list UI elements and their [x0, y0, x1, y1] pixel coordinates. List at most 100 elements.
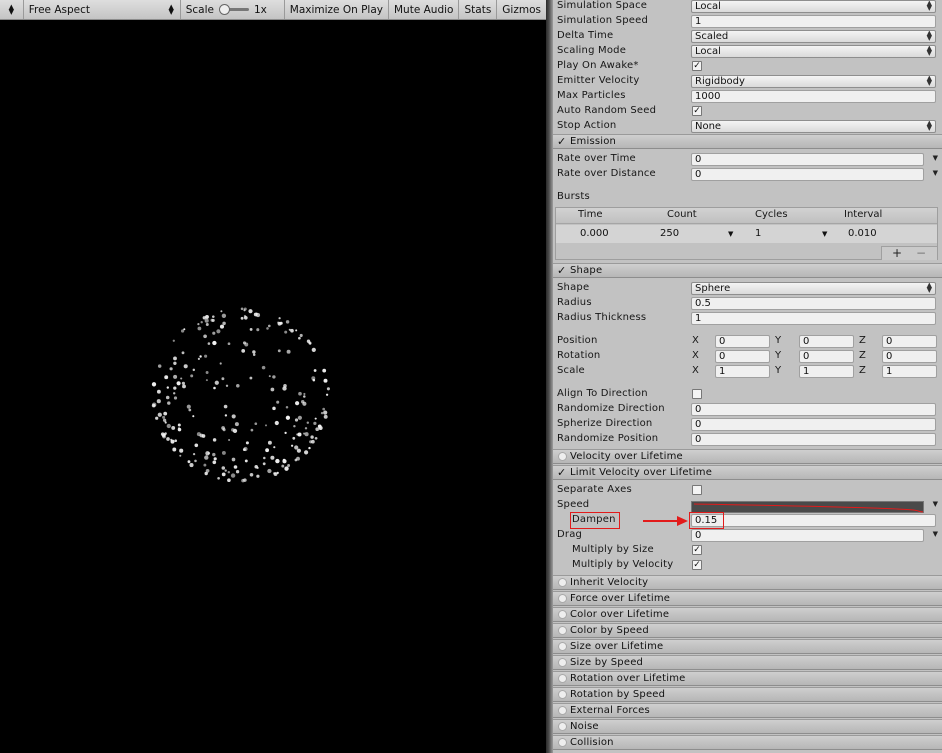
module-disabled-circle-icon[interactable] — [558, 642, 567, 651]
module-disabled-circle-icon[interactable] — [558, 610, 567, 619]
burst-time[interactable]: 0.000 — [580, 228, 609, 239]
remove-burst-button[interactable]: − — [916, 246, 926, 260]
speed-curve-field[interactable] — [691, 501, 924, 513]
scale-y-field[interactable]: 1 — [799, 365, 854, 378]
particle — [166, 437, 170, 441]
curve-mode-arrow-icon[interactable]: ▼ — [933, 169, 938, 177]
rate-over-distance-field[interactable]: 0 — [691, 168, 924, 181]
display-dropdown[interactable]: ▲ ▼ — [0, 0, 24, 19]
scale-slider-knob[interactable] — [218, 4, 230, 15]
burst-cycles-arrow-icon[interactable]: ▼ — [822, 230, 827, 238]
panel-divider[interactable] — [546, 0, 553, 753]
module-header[interactable]: Size over Lifetime — [553, 639, 942, 654]
gizmos-button[interactable]: Gizmos — [497, 0, 546, 19]
spherize-direction-field[interactable]: 0 — [691, 418, 936, 431]
module-disabled-circle-icon[interactable] — [558, 658, 567, 667]
dampen-field[interactable]: 0.15 — [691, 514, 936, 527]
burst-count-arrow-icon[interactable]: ▼ — [728, 230, 733, 238]
module-header[interactable]: Noise — [553, 719, 942, 734]
scale-slider[interactable] — [218, 4, 249, 15]
module-header[interactable]: Collision — [553, 735, 942, 750]
module-disabled-circle-icon[interactable] — [558, 674, 567, 683]
module-header-limit-velocity[interactable]: ✓ Limit Velocity over Lifetime — [553, 465, 942, 480]
module-disabled-circle-icon[interactable] — [558, 578, 567, 587]
module-header[interactable]: Color over Lifetime — [553, 607, 942, 622]
scale-x-field[interactable]: 1 — [715, 365, 770, 378]
spherize-direction-label: Spherize Direction — [557, 418, 653, 429]
position-z-field[interactable]: 0 — [882, 335, 937, 348]
randomize-position-field[interactable]: 0 — [691, 433, 936, 446]
module-disabled-circle-icon[interactable] — [558, 706, 567, 715]
curve-mode-arrow-icon[interactable]: ▼ — [933, 500, 938, 508]
module-header[interactable]: Rotation by Speed — [553, 687, 942, 702]
multiply-by-velocity-checkbox[interactable]: ✓ — [692, 560, 702, 570]
module-disabled-circle-icon[interactable] — [558, 722, 567, 731]
curve-mode-arrow-icon[interactable]: ▼ — [933, 530, 938, 538]
radius-thickness-field[interactable]: 1 — [691, 312, 936, 325]
mute-audio-button[interactable]: Mute Audio — [389, 0, 460, 19]
module-header[interactable]: Size by Speed — [553, 655, 942, 670]
module-disabled-circle-icon[interactable] — [558, 690, 567, 699]
particle — [272, 472, 276, 475]
axis-x-label: X — [692, 365, 699, 376]
burst-count[interactable]: 250 — [660, 228, 679, 239]
particle — [263, 456, 266, 460]
aspect-dropdown[interactable]: Free Aspect ▲ ▼ — [24, 0, 181, 19]
main-row-dropdown[interactable]: Rigidbody ▲ ▼ — [691, 75, 936, 88]
checkmark-icon[interactable]: ✓ — [557, 135, 566, 148]
position-y-field[interactable]: 0 — [799, 335, 854, 348]
rotation-z-field[interactable]: 0 — [882, 350, 937, 363]
main-row-field[interactable]: 1000 — [691, 90, 936, 103]
rotation-y-field[interactable]: 0 — [799, 350, 854, 363]
align-to-direction-checkbox[interactable] — [692, 389, 702, 399]
main-row-dropdown[interactable]: Scaled ▲ ▼ — [691, 30, 936, 43]
main-row-checkbox[interactable]: ✓ — [692, 61, 702, 71]
particle — [164, 375, 169, 380]
particle — [270, 455, 275, 460]
module-header[interactable]: External Forces — [553, 703, 942, 718]
randomize-direction-field[interactable]: 0 — [691, 403, 936, 416]
module-header[interactable]: Inherit Velocity — [553, 575, 942, 590]
scale-value: 1x — [253, 3, 267, 16]
stats-button[interactable]: Stats — [459, 0, 498, 19]
particle — [181, 381, 185, 385]
bursts-row[interactable]: 0.000 250 ▼ 1 ▼ 0.010 — [556, 225, 937, 243]
drag-field[interactable]: 0 — [691, 529, 924, 542]
rotation-x-field[interactable]: 0 — [715, 350, 770, 363]
checkmark-icon[interactable]: ✓ — [557, 264, 566, 277]
module-disabled-circle-icon[interactable] — [558, 594, 567, 603]
separate-axes-checkbox[interactable] — [692, 485, 702, 495]
main-row-dropdown[interactable]: Local ▲ ▼ — [691, 0, 936, 13]
burst-cycles[interactable]: 1 — [755, 228, 761, 239]
rate-over-time-field[interactable]: 0 — [691, 153, 924, 166]
scale-label: Scale — [557, 365, 585, 376]
module-header[interactable]: Color by Speed — [553, 623, 942, 638]
multiply-by-size-checkbox[interactable]: ✓ — [692, 545, 702, 555]
module-disabled-circle-icon[interactable] — [558, 626, 567, 635]
main-row-field[interactable]: 1 — [691, 15, 936, 28]
module-header-velocity-over-lifetime[interactable]: Velocity over Lifetime — [553, 449, 942, 464]
checkmark-icon[interactable]: ✓ — [557, 466, 566, 479]
particle — [177, 423, 181, 427]
module-disabled-circle-icon[interactable] — [558, 452, 567, 461]
add-burst-button[interactable]: + — [892, 246, 902, 260]
burst-interval[interactable]: 0.010 — [848, 228, 877, 239]
maximize-on-play-button[interactable]: Maximize On Play — [285, 0, 389, 19]
main-row: Delta Time Scaled ▲ ▼ — [553, 29, 942, 44]
main-row-dropdown[interactable]: Local ▲ ▼ — [691, 45, 936, 58]
particle — [256, 474, 260, 478]
curve-mode-arrow-icon[interactable]: ▼ — [933, 154, 938, 162]
main-row-checkbox[interactable]: ✓ — [692, 106, 702, 116]
main-row-dropdown[interactable]: None ▲ ▼ — [691, 120, 936, 133]
shape-dropdown[interactable]: Sphere ▲ ▼ — [691, 282, 936, 295]
particle — [267, 324, 271, 328]
module-header[interactable]: Rotation over Lifetime — [553, 671, 942, 686]
scale-z-field[interactable]: 1 — [882, 365, 937, 378]
module-disabled-circle-icon[interactable] — [558, 738, 567, 747]
module-header-emission[interactable]: ✓ Emission — [553, 134, 942, 149]
module-header[interactable]: Force over Lifetime — [553, 591, 942, 606]
particle — [235, 470, 240, 474]
position-x-field[interactable]: 0 — [715, 335, 770, 348]
module-header-shape[interactable]: ✓ Shape — [553, 263, 942, 278]
radius-field[interactable]: 0.5 — [691, 297, 936, 310]
